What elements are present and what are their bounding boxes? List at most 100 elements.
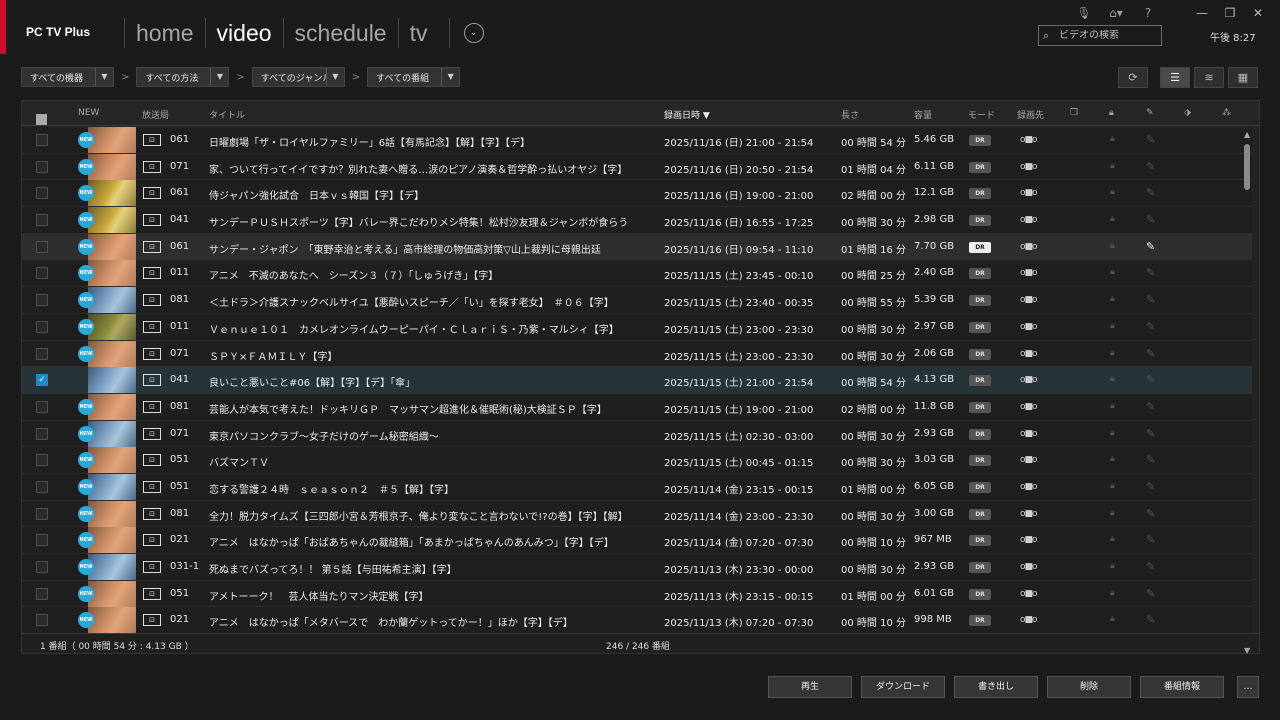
list-view-icon[interactable]: ☰ [1160, 67, 1190, 88]
chevron-down-icon[interactable]: ▼ [325, 68, 344, 86]
row-checkbox[interactable] [36, 134, 48, 146]
refresh-icon[interactable]: ⟳ [1118, 67, 1148, 88]
lock-icon[interactable]: 🔒︎ [1110, 294, 1115, 304]
edit-icon[interactable]: ✎ [1146, 560, 1155, 573]
lock-icon[interactable]: 🔒︎ [1110, 481, 1115, 491]
edit-icon[interactable]: ✎ [1146, 480, 1155, 493]
row-checkbox[interactable]: ✓ [36, 374, 48, 387]
thumbnail[interactable] [88, 260, 136, 287]
thumbnail[interactable] [88, 500, 136, 527]
row-checkbox[interactable] [36, 400, 48, 413]
filter-method[interactable]: すべての方法 ▼ [136, 67, 230, 87]
lock-icon[interactable]: 🔒︎ [1110, 508, 1115, 518]
more-button[interactable]: … [1237, 676, 1259, 698]
thumbnail[interactable] [88, 207, 136, 234]
thumbnail[interactable] [88, 287, 136, 314]
col-title[interactable]: タイトル [209, 108, 245, 121]
edit-icon[interactable]: ✎ [1146, 347, 1155, 360]
table-row[interactable]: NEW ⊡ 061 日曜劇場「ザ・ロイヤルファミリー」6話【有馬記念】【解】【字】【デ… [22, 127, 1252, 154]
export-button[interactable]: 書き出し [954, 676, 1038, 698]
filter-program[interactable]: すべての番組 ▼ [367, 67, 461, 87]
thumbnail[interactable] [88, 607, 136, 634]
chevron-down-icon[interactable]: ▼ [210, 68, 228, 86]
nav-video[interactable]: video [204, 18, 283, 48]
lock-icon[interactable]: 🔒︎ [1110, 588, 1115, 598]
edit-icon[interactable]: ✎ [1146, 373, 1155, 386]
lock-icon[interactable]: 🔒︎ [1109, 108, 1114, 118]
edit-icon[interactable]: ✎ [1146, 266, 1155, 279]
lock-icon[interactable]: 🔒︎ [1110, 187, 1115, 197]
search-box[interactable]: ⌕ [1038, 25, 1162, 46]
row-checkbox[interactable] [36, 214, 48, 227]
tag-icon[interactable]: ⬗ [1184, 108, 1191, 118]
thumbnail[interactable] [88, 367, 136, 394]
lock-icon[interactable]: 🔒︎ [1110, 214, 1115, 224]
thumbnail[interactable] [88, 473, 136, 500]
program-info-button[interactable]: 番組情報 [1140, 676, 1224, 698]
thumbnail[interactable] [88, 127, 136, 153]
thumbnail[interactable] [88, 153, 136, 180]
lock-icon[interactable]: 🔒︎ [1110, 161, 1115, 171]
lock-icon[interactable]: 🔒︎ [1110, 321, 1115, 331]
row-checkbox[interactable] [36, 427, 48, 440]
close-icon[interactable]: ✕ [1244, 6, 1272, 24]
table-row[interactable]: NEW ⊡ 041 サンデーＰＵＳＨスポーツ【字】バレー界こだわりメシ特集！松村沙友理… [22, 207, 1252, 234]
edit-icon[interactable]: ✎ [1146, 186, 1155, 199]
scrollbar[interactable]: ▲ ▼ [1240, 130, 1256, 655]
row-checkbox[interactable] [36, 240, 48, 253]
lock-icon[interactable]: 🔒︎ [1110, 241, 1115, 251]
edit-icon[interactable]: ✎ [1146, 453, 1155, 466]
table-row[interactable]: NEW ⊡ 081 全力！脱力タイムズ【三四郎小宮＆芳根京子、俺より変なこと言わないで… [22, 500, 1252, 528]
table-row[interactable]: NEW ⊡ 081 ＜土ドラ＞介護スナックベルサイユ【悪酔いスピーチ／「い」を探す老女… [22, 287, 1252, 314]
table-row[interactable]: NEW ⊡ 051 バズマンＴＶ 2025/11/15 (土) 00:45 - 01:1… [22, 447, 1252, 474]
table-row[interactable]: NEW ⊡ 081 芸能人が本気で考えた！ドッキリＧＰ マッサマン超進化＆催眠術(秘)… [22, 393, 1252, 421]
col-dest[interactable]: 録画先 [1017, 108, 1044, 121]
lock-icon[interactable]: 🔒︎ [1110, 534, 1115, 544]
nav-home[interactable]: home [124, 18, 205, 48]
lock-icon[interactable]: 🔒︎ [1110, 428, 1115, 438]
help-icon[interactable]: ? [1132, 6, 1164, 24]
edit-icon[interactable]: ✎ [1146, 293, 1155, 306]
table-row[interactable]: NEW ⊡ 011 アニメ 不滅のあなたへ シーズン３（７）「しゅうげき」【字】 202… [22, 260, 1252, 288]
edit-icon[interactable]: ✎ [1146, 160, 1155, 173]
scrollbar-thumb[interactable] [1244, 144, 1250, 190]
edit-icon[interactable]: ✎ [1146, 613, 1155, 626]
share-icon[interactable]: ⁂ [1222, 108, 1231, 118]
thumbnail[interactable] [88, 393, 136, 420]
nav-tv[interactable]: tv [397, 18, 439, 48]
table-row[interactable]: NEW ⊡ 051 恋する警護２４時 ｓｅａｓｏｎ２ ＃５【解】【字】 2025/11/… [22, 473, 1252, 501]
table-row[interactable]: NEW ⊡ 021 アニメ はなかっぱ「おばあちゃんの裁縫箱」「あまかっぱちゃんのあん… [22, 527, 1252, 554]
row-checkbox[interactable] [36, 587, 48, 600]
thumbnail[interactable] [88, 420, 136, 447]
scroll-down-icon[interactable]: ▼ [1244, 646, 1250, 655]
thumbnail[interactable] [88, 554, 136, 580]
thumbnail[interactable] [88, 340, 136, 367]
download-button[interactable]: ダウンロード [861, 676, 945, 698]
nav-more-chevron-icon[interactable]: ⌄ [463, 23, 484, 43]
lock-icon[interactable]: 🔒︎ [1110, 348, 1115, 358]
copy-icon[interactable]: ❐ [1070, 108, 1078, 118]
search-input[interactable] [1059, 30, 1155, 41]
scroll-up-icon[interactable]: ▲ [1244, 130, 1250, 139]
compact-view-icon[interactable]: ≋ [1194, 67, 1224, 88]
row-checkbox[interactable] [36, 187, 48, 200]
edit-icon[interactable]: ✎ [1146, 400, 1155, 413]
thumbnail[interactable] [88, 527, 136, 554]
row-checkbox[interactable] [36, 507, 48, 520]
thumbnail[interactable] [88, 313, 136, 340]
delete-button[interactable]: 削除 [1047, 676, 1131, 698]
minimize-icon[interactable]: — [1188, 6, 1216, 24]
row-checkbox[interactable] [36, 347, 48, 360]
edit-icon[interactable]: ✎ [1146, 108, 1154, 118]
lock-icon[interactable]: 🔒︎ [1110, 267, 1115, 277]
restore-icon[interactable]: ❐ [1216, 6, 1244, 24]
lock-icon[interactable]: 🔒︎ [1110, 401, 1115, 411]
thumbnail[interactable] [88, 447, 136, 474]
lock-icon[interactable]: 🔒︎ [1110, 454, 1115, 464]
row-checkbox[interactable] [36, 267, 48, 280]
edit-icon[interactable]: ✎ [1146, 533, 1155, 546]
row-checkbox[interactable] [36, 614, 48, 627]
lock-icon[interactable]: 🔒︎ [1110, 561, 1115, 571]
col-new[interactable]: NEW [78, 108, 99, 118]
row-checkbox[interactable] [36, 320, 48, 333]
